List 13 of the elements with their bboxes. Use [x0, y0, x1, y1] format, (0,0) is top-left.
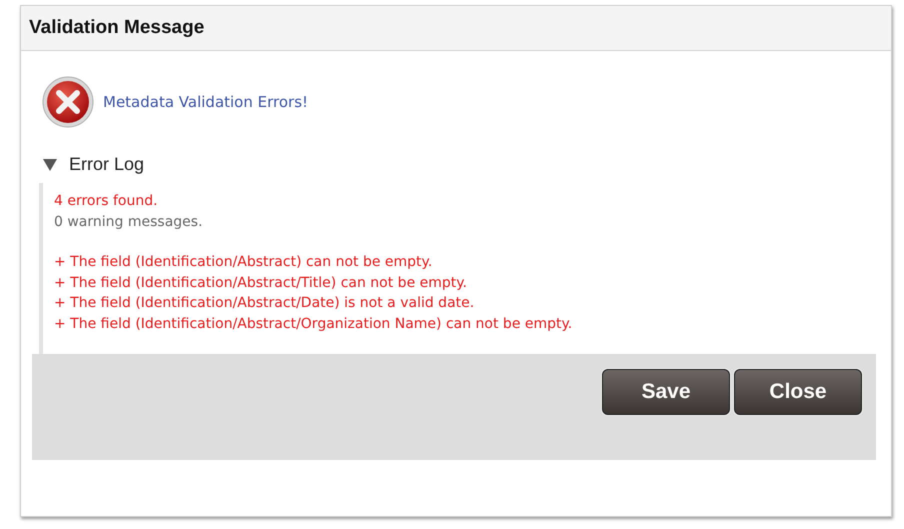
dialog-title: Validation Message	[29, 17, 204, 39]
error-log-label[interactable]: Error Log	[69, 154, 144, 175]
log-summary-line: 0 warning messages.	[54, 212, 204, 232]
log-message: + The field (Identification/Abstract/Organization Name) can not be empty.	[54, 314, 574, 334]
error-icon	[42, 76, 94, 128]
log-message: + The field (Identification/Abstract) can not be empty.	[54, 253, 434, 272]
log-message: + The field (Identification/Abstract/Title) can not be empty.	[54, 274, 468, 292]
log-summary-line: 4 errors found.	[54, 192, 159, 211]
status-message: Metadata Validation Errors!	[103, 93, 308, 111]
expand-triangle-icon[interactable]	[43, 158, 57, 170]
log-message: + The field (Identification/Abstract/Date) is not a valid date.	[54, 294, 476, 313]
dialog-button[interactable]: Save	[602, 369, 730, 415]
dialog-button[interactable]: Close	[734, 369, 862, 415]
